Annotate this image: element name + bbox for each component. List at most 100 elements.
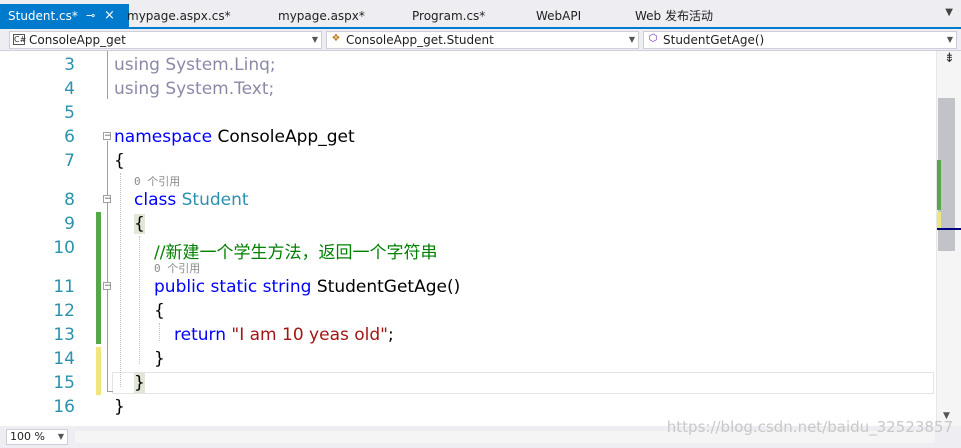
code-line-6: namespace ConsoleApp_get [114,127,355,147]
code-line-4: using System.Text; [114,79,274,99]
line-number: 12 [53,301,75,321]
chevron-down-icon: ▼ [311,35,318,44]
tab-label: WebAPI [536,9,582,23]
semicolon: ; [387,325,394,345]
tab-program-cs[interactable]: Program.cs* [412,4,485,28]
tab-web-publish[interactable]: Web 发布活动 [635,4,713,28]
keyword-return: return [174,325,226,345]
keyword-using: using [114,55,160,75]
outline-line [107,391,113,392]
keyword-string: string [257,277,312,297]
open-brace: { [154,301,165,321]
method-signature: StudentGetAge() [311,277,461,297]
reference-count-lens[interactable]: 0 个引用 [154,260,200,276]
outline-line [107,51,108,99]
line-number: 11 [53,277,75,297]
close-brace: } [154,349,165,369]
code-line-12: { [154,301,165,321]
current-line-highlight [112,372,934,394]
project-dropdown[interactable]: C# ConsoleApp_get ▼ [9,31,322,49]
tab-label: Web 发布活动 [635,9,713,23]
code-line-9: { [134,214,145,234]
keyword-using: using [114,79,160,99]
outline-line [107,141,108,391]
string-literal: "I am 10 yeas old" [231,325,388,345]
chevron-down-icon: ▼ [628,35,635,44]
tab-label: Student.cs* [8,9,78,23]
close-brace: } [114,397,125,417]
line-number: 4 [64,79,75,99]
method-icon: ⬡ [648,33,658,44]
split-window-icon[interactable]: ⇟ [937,51,961,69]
line-number: 5 [64,103,75,123]
close-icon[interactable]: × [104,4,115,28]
zoom-level: 100 % [10,430,45,443]
line-number: 6 [64,127,75,147]
line-number: 8 [64,190,75,210]
line-number: 10 [53,238,75,258]
code-line-16: } [114,397,125,417]
chevron-down-icon[interactable]: ▼ [945,7,953,18]
tab-mypage-aspx[interactable]: mypage.aspx* [278,4,365,28]
watermark: https://blog.csdn.net/baidu_32523857 [666,418,953,436]
keyword-public: public [154,277,206,297]
line-number: 7 [64,151,75,171]
code-editor[interactable]: 3 4 5 6 7 8 9 10 11 12 13 14 15 16 − − −… [0,51,936,426]
vertical-scrollbar[interactable]: ⇟ ▼ [936,51,961,426]
namespace-ref: System.Text; [159,79,275,99]
line-number: 13 [53,325,75,345]
code-line-13: return "I am 10 yeas old"; [174,325,394,345]
code-line-8: class Student [134,190,249,210]
code-line-14: } [154,349,165,369]
namespace-ref: System.Linq; [159,55,276,75]
member-dropdown[interactable]: ⬡ StudentGetAge() ▼ [643,31,957,49]
code-line-15: } [134,373,145,393]
tab-label: Program.cs* [412,9,486,23]
line-number: 14 [53,349,75,369]
keyword-class: class [134,190,177,210]
chevron-down-icon: ▼ [946,35,953,44]
zoom-dropdown[interactable]: 100 % ▼ [6,429,68,445]
open-brace-highlighted: { [134,214,145,234]
code-line-7: { [114,151,125,171]
indent-guide [159,323,160,341]
keyword-static: static [205,277,258,297]
line-number: 15 [53,373,75,393]
scrollbar-change-mark-saved [937,160,941,210]
collapse-icon[interactable]: − [103,132,112,141]
scrollbar-change-mark-unsaved [937,212,941,228]
document-tab-strip: Student.cs* ⊸ × mypage.aspx.cs* mypage.a… [0,0,961,29]
csharp-project-icon: C# [13,34,27,45]
project-name: ConsoleApp_get [29,33,126,47]
close-brace-highlighted: } [134,373,145,393]
code-line-3: using System.Linq; [114,55,276,75]
class-name: Student [176,190,249,210]
open-brace: { [114,151,125,171]
indent-guide [139,236,140,364]
member-name: StudentGetAge() [663,33,765,47]
chevron-down-icon: ▼ [57,432,64,441]
tab-mypage-aspx-cs[interactable]: mypage.aspx.cs* [127,4,231,28]
tab-label: mypage.aspx* [278,9,365,23]
type-name: ConsoleApp_get.Student [346,33,494,47]
class-icon: ❖ [331,33,341,44]
scrollbar-caret-marker [937,228,961,230]
tab-label: mypage.aspx.cs* [127,9,231,23]
pin-icon[interactable]: ⊸ [86,4,95,28]
line-number: 9 [64,214,75,234]
type-dropdown[interactable]: ❖ ConsoleApp_get.Student ▼ [326,31,639,49]
reference-count-lens[interactable]: 0 个引用 [134,173,180,189]
keyword-namespace: namespace [114,127,213,147]
tab-student-cs[interactable]: Student.cs* ⊸ × [0,4,129,28]
namespace-name: ConsoleApp_get [212,127,355,147]
editor-bottom-bar: 100 % ▼ https://blog.csdn.net/baidu_3252… [0,418,961,448]
code-line-11: public static string StudentGetAge() [154,277,460,297]
navigation-bar: C# ConsoleApp_get ▼ ❖ ConsoleApp_get.Stu… [0,29,961,51]
line-number: 3 [64,55,75,75]
collapse-icon[interactable]: − [103,195,112,204]
indent-guide [120,173,121,387]
line-number: 16 [53,397,75,417]
tab-webapi[interactable]: WebAPI [536,4,581,28]
change-marker-unsaved [96,347,101,395]
collapse-icon[interactable]: − [103,282,112,291]
